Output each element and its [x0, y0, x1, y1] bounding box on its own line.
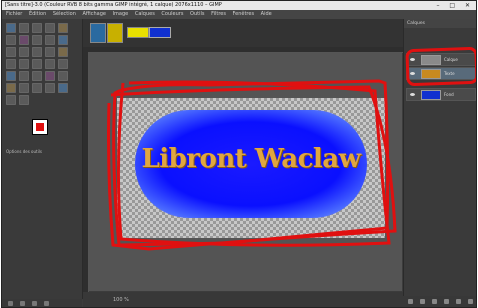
zoom-level[interactable]: 100 %	[113, 297, 129, 303]
tool-grid	[6, 23, 69, 105]
flip-icon[interactable]	[32, 59, 42, 69]
eraser-icon[interactable]	[6, 83, 16, 93]
text-tool-icon[interactable]	[6, 71, 16, 81]
smudge-icon[interactable]	[6, 95, 16, 105]
window-controls[interactable]: – □ ✕	[436, 1, 474, 10]
move-tool-icon[interactable]	[6, 23, 16, 33]
restore-options-icon[interactable]	[20, 301, 25, 306]
status-bar: 100 %	[83, 292, 403, 307]
image-canvas[interactable]: Libront Waclaw	[117, 98, 385, 238]
new-layer-icon[interactable]	[408, 299, 413, 304]
red-annotation-circle	[405, 46, 476, 87]
perspective-icon[interactable]	[19, 59, 29, 69]
pencil-icon[interactable]	[45, 71, 55, 81]
crop-icon[interactable]	[32, 47, 42, 57]
menu-filters[interactable]: Filtres	[211, 11, 226, 17]
cage-icon[interactable]	[45, 59, 55, 69]
layer-thumbnail	[421, 90, 441, 100]
fg-bg-colors[interactable]	[32, 119, 58, 144]
menu-edit[interactable]: Édition	[29, 11, 46, 17]
ellipse-select-icon[interactable]	[45, 23, 55, 33]
heal-icon[interactable]	[58, 83, 68, 93]
clone-icon[interactable]	[45, 83, 55, 93]
anchor-layer-icon[interactable]	[456, 299, 461, 304]
layer-row[interactable]: Fond	[406, 88, 476, 101]
image-tab-4[interactable]	[149, 27, 171, 38]
menu-file[interactable]: Fichier	[6, 11, 22, 17]
canvas-text: Libront Waclaw	[141, 144, 361, 174]
reset-options-icon[interactable]	[44, 301, 49, 306]
foreground-color[interactable]	[32, 119, 48, 135]
gradient-icon[interactable]	[32, 71, 42, 81]
menu-windows[interactable]: Fenêtres	[233, 11, 255, 17]
menu-bar: Fichier Édition Sélection Affichage Imag…	[2, 10, 476, 19]
toolbox-panel: Options des outils	[2, 19, 83, 299]
menu-help[interactable]: Aide	[261, 11, 272, 17]
dodge-burn-icon[interactable]	[19, 95, 29, 105]
menu-colors[interactable]: Couleurs	[161, 11, 183, 17]
warp-icon[interactable]	[58, 59, 68, 69]
lower-layer-icon[interactable]	[432, 299, 437, 304]
layers-footer	[403, 296, 476, 307]
paintbrush-icon[interactable]	[58, 71, 68, 81]
rect-select-icon[interactable]	[32, 23, 42, 33]
window-title: [Sans titre]-3.0 (Couleur RVB 8 bits gam…	[5, 2, 222, 8]
ink-icon[interactable]	[32, 83, 42, 93]
bucket-fill-icon[interactable]	[19, 71, 29, 81]
align-tool-icon[interactable]	[19, 23, 29, 33]
menu-view[interactable]: Affichage	[82, 11, 106, 17]
image-tab-1[interactable]	[90, 23, 106, 43]
save-options-icon[interactable]	[8, 301, 13, 306]
raise-layer-icon[interactable]	[420, 299, 425, 304]
color-picker-icon[interactable]	[58, 35, 68, 45]
delete-options-icon[interactable]	[32, 301, 37, 306]
duplicate-layer-icon[interactable]	[444, 299, 449, 304]
image-tab-3[interactable]	[127, 27, 149, 38]
shear-icon[interactable]	[6, 59, 16, 69]
color-select-icon[interactable]	[19, 35, 29, 45]
rotate-icon[interactable]	[45, 47, 55, 57]
app-window: [Sans titre]-3.0 (Couleur RVB 8 bits gam…	[1, 0, 477, 308]
tool-options: Options des outils	[6, 149, 78, 155]
menu-tools[interactable]: Outils	[190, 11, 204, 17]
tool-options-title: Options des outils	[6, 149, 42, 154]
fuzzy-select-icon[interactable]	[6, 35, 16, 45]
menu-layers[interactable]: Calques	[135, 11, 155, 17]
canvas-viewport[interactable]: Libront Waclaw	[89, 53, 402, 291]
image-tabs	[83, 19, 403, 47]
scissors-icon[interactable]	[32, 35, 42, 45]
delete-layer-icon[interactable]	[468, 299, 473, 304]
airbrush-icon[interactable]	[19, 83, 29, 93]
zoom-icon[interactable]	[6, 47, 16, 57]
eye-icon[interactable]	[410, 93, 415, 96]
blue-glow-shape: Libront Waclaw	[135, 110, 367, 218]
measure-icon[interactable]	[19, 47, 29, 57]
title-bar: [Sans titre]-3.0 (Couleur RVB 8 bits gam…	[2, 1, 476, 10]
image-tab-2[interactable]	[107, 23, 123, 43]
toolbox-footer	[2, 299, 82, 307]
layer-name[interactable]: Fond	[444, 89, 454, 101]
menu-select[interactable]: Sélection	[53, 11, 76, 17]
scale-icon[interactable]	[58, 47, 68, 57]
free-select-icon[interactable]	[58, 23, 68, 33]
menu-image[interactable]: Image	[113, 11, 129, 17]
layers-header: Calques	[404, 19, 476, 28]
paths-icon[interactable]	[45, 35, 55, 45]
